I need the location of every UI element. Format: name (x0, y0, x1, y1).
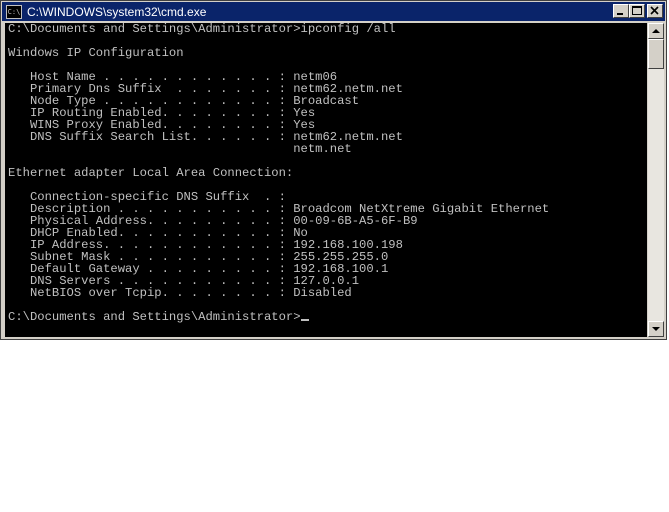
text-cursor (300, 319, 309, 321)
minimize-icon (617, 13, 623, 15)
title-bar[interactable]: C:\ C:\WINDOWS\system32\cmd.exe (2, 2, 665, 21)
maximize-button[interactable] (629, 4, 645, 18)
console-line: Ethernet adapter Local Area Connection: (8, 166, 294, 180)
scroll-down-button[interactable] (648, 321, 664, 337)
console-output-area[interactable]: C:\Documents and Settings\Administrator>… (5, 23, 647, 337)
close-button[interactable] (647, 4, 663, 18)
close-icon (650, 6, 659, 15)
console-lines: C:\Documents and Settings\Administrator>… (8, 23, 549, 300)
scrollbar-thumb[interactable] (648, 39, 664, 69)
console-line: netm.net (293, 142, 352, 156)
cmd-window: C:\ C:\WINDOWS\system32\cmd.exe C:\Docum… (0, 0, 667, 340)
console-line: NetBIOS over Tcpip. . . . . . . . : Disa… (29, 286, 352, 300)
console-text: C:\Documents and Settings\Administrator>… (5, 23, 647, 323)
window-controls (613, 4, 663, 18)
command-prompt: C:\Documents and Settings\Administrator> (8, 310, 301, 324)
vertical-scrollbar[interactable] (648, 23, 664, 337)
console-app-icon[interactable]: C:\ (6, 4, 22, 19)
scroll-up-arrow-icon (652, 29, 660, 33)
window-title: C:\WINDOWS\system32\cmd.exe (27, 4, 207, 19)
scroll-up-button[interactable] (648, 23, 664, 39)
scroll-down-arrow-icon (652, 327, 660, 331)
console-line: Windows IP Configuration (8, 46, 184, 60)
maximize-icon (632, 6, 642, 15)
minimize-button[interactable] (613, 4, 629, 18)
console-line: C:\Documents and Settings\Administrator>… (8, 23, 396, 36)
